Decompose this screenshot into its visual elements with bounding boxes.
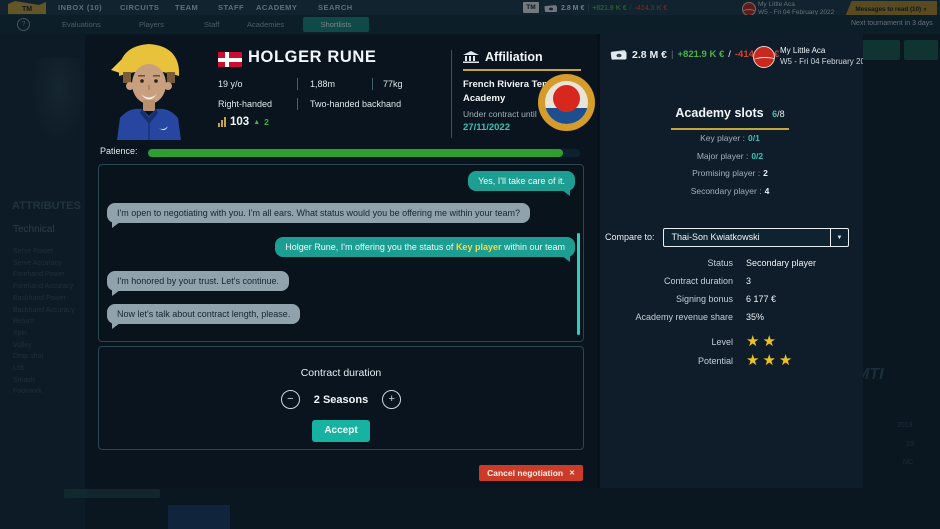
patience-label: Patience: [100,146,138,156]
separator: | [671,49,674,60]
decrease-duration-button[interactable]: − [280,390,300,409]
stat-row-potential: Potential ★★★ [600,351,860,370]
stat-value: 6 177 € [746,294,777,304]
compare-row: Compare to: Thai-Son Kwiatkowski ▼ [605,228,849,247]
player-style-row: Right-handed Two-handed backhand [218,98,401,110]
stat-label: Signing bonus [675,294,733,304]
duration-value: 2 Seasons [313,393,369,406]
chat-message-player: Now let's talk about contract length, pl… [107,304,301,329]
tennis-manager-screen: TM INBOX (10) CIRCUITS TEAM STAFF ACADEM… [0,0,940,529]
chat-text: Holger Rune, I'm offering you the status… [285,242,456,252]
increase-duration-button[interactable]: + [382,390,402,409]
stat-label: Status [707,258,733,268]
accept-button[interactable]: Accept [312,420,370,442]
player-ranking: 103 ▲ 2 [218,116,269,128]
chat-text: within our team [501,242,565,252]
stat-value: 3 [746,276,752,286]
separator: / [728,49,731,60]
stat-row-signing-bonus: Signing bonus 6 177 € [600,290,860,308]
stat-row-revenue-share: Academy revenue share 35% [600,308,860,326]
rank-up-arrow-icon: ▲ [253,118,261,126]
player-height: 1,88m [310,79,336,89]
ranking-icon [218,117,226,127]
cancel-negotiation-button[interactable]: Cancel negotiation ✕ [479,465,583,481]
slot-value: 2 [763,168,768,178]
income-value: +821.9 K € [677,49,725,60]
academy-slots-title: Academy slots [675,106,764,120]
stat-label: Academy revenue share [635,312,733,322]
denmark-flag-icon [218,52,242,67]
academy-building-icon [463,51,479,63]
chat-scrollbar[interactable] [577,233,580,335]
compare-to-label: Compare to: [605,232,655,242]
chat-message-player: I'm honored by your trust. Let's continu… [107,271,290,296]
contract-duration-label: Contract duration [300,367,382,379]
rank-delta: 2 [264,117,269,127]
slot-value: 4 [764,185,770,196]
game-date: W5 - Fri 04 February 2022 [780,57,863,66]
chat-message-user: Holger Rune, I'm offering you the status… [275,237,575,262]
academy-slots-header: Academy slots 6/8 [600,104,860,130]
chevron-down-icon[interactable]: ▼ [830,229,848,246]
slot-row-major-player: Major player :0/2 [600,148,860,166]
player-photo [111,44,181,140]
player-hand: Right-handed [218,99,273,109]
stat-value: 35% [746,312,765,322]
academy-badge [538,74,595,131]
stat-label: Contract duration [663,276,733,286]
slot-label: Major player : [696,150,749,161]
comparison-stats: Status Secondary player Contract duratio… [600,254,860,370]
stat-label: Level [711,336,733,347]
divider [451,50,452,138]
compare-player-dropdown[interactable]: Thai-Son Kwiatkowski ▼ [662,228,849,247]
academy-info-panel: 2.8 M € | +821.9 K € / -414.3 K € My Lit… [597,34,863,488]
club-logo [753,46,775,68]
slot-row-promising-player: Promising player :2 [600,165,860,183]
money-icon [610,50,627,60]
club-name: My Little Aca [780,46,826,55]
player-name: HOLGER RUNE [248,48,377,66]
player-bio-row: 19 y/o 1,88m 77kg [218,78,403,90]
slot-value: 0/2 [751,150,764,161]
contract-offer-panel: Contract duration − 2 Seasons + Accept [98,346,584,450]
dropdown-selected-value: Thai-Son Kwiatkowski [671,232,760,242]
slot-label: Key player : [700,133,746,143]
player-age: 19 y/o [218,79,243,89]
ranking-value: 103 [230,116,250,128]
chat-highlight-key-player: Key player [455,242,502,252]
slot-label: Secondary player : [690,185,762,196]
chat-message-user: Yes, I'll take care of it. [468,171,575,196]
chat-message-player: I'm open to negotiating with you. I'm al… [107,203,530,228]
negotiation-dialog: HOLGER RUNE 19 y/o 1,88m 77kg Right-hand… [85,36,597,488]
slot-value: 0/1 [748,133,760,143]
balance-value: 2.8 M € [632,48,668,61]
stat-row-status: Status Secondary player [600,254,860,272]
gold-underline [463,69,581,71]
duration-stepper: − 2 Seasons + [99,390,583,409]
stat-row-level: Level ★★ [600,332,860,351]
slot-row-key-player: Key player :0/1 [600,130,860,148]
potential-stars-icon: ★★★ [746,351,796,369]
close-icon: ✕ [569,470,575,477]
stat-row-contract-duration: Contract duration 3 [600,272,860,290]
player-weight: 77kg [383,79,403,89]
stat-value: Secondary player [746,258,817,268]
patience-fill [148,149,563,157]
academy-slot-list: Key player :0/1 Major player :0/2 Promis… [600,130,860,200]
slot-row-secondary-player: Secondary player :4 [600,183,860,201]
level-stars-icon: ★★ [746,332,779,350]
stat-label: Potential [697,355,733,366]
slots-total: /8 [777,109,785,119]
chat-area: Yes, I'll take care of it. I'm open to n… [98,164,584,342]
patience-bar [147,148,581,158]
cancel-label: Cancel negotiation [487,468,564,478]
player-backhand: Two-handed backhand [310,99,402,109]
slot-label: Promising player : [692,168,761,178]
affiliation-title: Affiliation [485,50,543,64]
